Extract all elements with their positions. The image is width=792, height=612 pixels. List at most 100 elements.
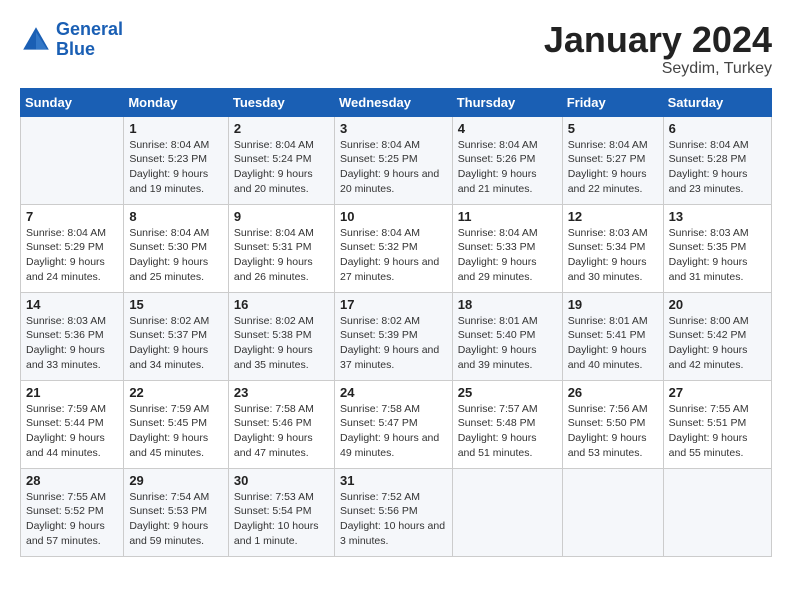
col-header-monday: Monday bbox=[124, 88, 229, 116]
day-number: 7 bbox=[26, 209, 118, 224]
day-number: 18 bbox=[458, 297, 557, 312]
day-number: 6 bbox=[669, 121, 766, 136]
day-info: Sunrise: 8:04 AMSunset: 5:31 PMDaylight:… bbox=[234, 226, 329, 285]
day-info: Sunrise: 7:58 AMSunset: 5:47 PMDaylight:… bbox=[340, 402, 447, 461]
col-header-sunday: Sunday bbox=[21, 88, 124, 116]
location-subtitle: Seydim, Turkey bbox=[544, 60, 772, 78]
day-number: 12 bbox=[568, 209, 658, 224]
day-info: Sunrise: 7:59 AMSunset: 5:44 PMDaylight:… bbox=[26, 402, 118, 461]
day-number: 14 bbox=[26, 297, 118, 312]
day-number: 2 bbox=[234, 121, 329, 136]
day-cell: 16 Sunrise: 8:02 AMSunset: 5:38 PMDayligh… bbox=[228, 292, 334, 380]
page-header: General Blue January 2024 Seydim, Turkey bbox=[20, 20, 772, 78]
day-number: 8 bbox=[129, 209, 223, 224]
day-info: Sunrise: 8:04 AMSunset: 5:30 PMDaylight:… bbox=[129, 226, 223, 285]
col-header-thursday: Thursday bbox=[452, 88, 562, 116]
day-number: 13 bbox=[669, 209, 766, 224]
day-number: 21 bbox=[26, 385, 118, 400]
day-info: Sunrise: 7:56 AMSunset: 5:50 PMDaylight:… bbox=[568, 402, 658, 461]
day-info: Sunrise: 8:03 AMSunset: 5:35 PMDaylight:… bbox=[669, 226, 766, 285]
col-header-friday: Friday bbox=[562, 88, 663, 116]
day-cell: 29Sunrise: 7:54 AMSunset: 5:53 PMDayligh… bbox=[124, 468, 229, 556]
day-cell: 21 Sunrise: 7:59 AMSunset: 5:44 PMDayligh… bbox=[21, 380, 124, 468]
header-row: SundayMondayTuesdayWednesdayThursdayFrid… bbox=[21, 88, 772, 116]
week-row-1: 1 Sunrise: 8:04 AMSunset: 5:23 PMDaylight… bbox=[21, 116, 772, 204]
day-cell: 15 Sunrise: 8:02 AMSunset: 5:37 PMDayligh… bbox=[124, 292, 229, 380]
day-cell: 26 Sunrise: 7:56 AMSunset: 5:50 PMDayligh… bbox=[562, 380, 663, 468]
day-cell: 10 Sunrise: 8:04 AMSunset: 5:32 PMDayligh… bbox=[334, 204, 452, 292]
day-info: Sunrise: 8:04 AMSunset: 5:28 PMDaylight:… bbox=[669, 138, 766, 197]
day-number: 24 bbox=[340, 385, 447, 400]
day-cell: 12Sunrise: 8:03 AMSunset: 5:34 PMDayligh… bbox=[562, 204, 663, 292]
day-cell bbox=[663, 468, 771, 556]
logo: General Blue bbox=[20, 20, 123, 60]
logo-icon bbox=[20, 24, 52, 56]
day-info: Sunrise: 8:04 AMSunset: 5:24 PMDaylight:… bbox=[234, 138, 329, 197]
day-number: 17 bbox=[340, 297, 447, 312]
day-info: Sunrise: 8:04 AMSunset: 5:26 PMDaylight:… bbox=[458, 138, 557, 197]
day-info: Sunrise: 8:04 AMSunset: 5:23 PMDaylight:… bbox=[129, 138, 223, 197]
day-cell: 7Sunrise: 8:04 AMSunset: 5:29 PMDaylight… bbox=[21, 204, 124, 292]
day-cell bbox=[562, 468, 663, 556]
day-number: 27 bbox=[669, 385, 766, 400]
day-cell: 27 Sunrise: 7:55 AMSunset: 5:51 PMDayligh… bbox=[663, 380, 771, 468]
day-info: Sunrise: 8:02 AMSunset: 5:39 PMDaylight:… bbox=[340, 314, 447, 373]
day-cell bbox=[21, 116, 124, 204]
day-cell: 22 Sunrise: 7:59 AMSunset: 5:45 PMDayligh… bbox=[124, 380, 229, 468]
day-cell: 5 Sunrise: 8:04 AMSunset: 5:27 PMDaylight… bbox=[562, 116, 663, 204]
day-number: 1 bbox=[129, 121, 223, 136]
day-cell bbox=[452, 468, 562, 556]
day-cell: 20Sunrise: 8:00 AMSunset: 5:42 PMDayligh… bbox=[663, 292, 771, 380]
day-number: 16 bbox=[234, 297, 329, 312]
day-number: 22 bbox=[129, 385, 223, 400]
day-info: Sunrise: 7:58 AMSunset: 5:46 PMDaylight:… bbox=[234, 402, 329, 461]
week-row-2: 7Sunrise: 8:04 AMSunset: 5:29 PMDaylight… bbox=[21, 204, 772, 292]
col-header-tuesday: Tuesday bbox=[228, 88, 334, 116]
day-info: Sunrise: 7:55 AMSunset: 5:52 PMDaylight:… bbox=[26, 490, 118, 549]
day-info: Sunrise: 8:04 AMSunset: 5:25 PMDaylight:… bbox=[340, 138, 447, 197]
day-cell: 1 Sunrise: 8:04 AMSunset: 5:23 PMDaylight… bbox=[124, 116, 229, 204]
day-number: 29 bbox=[129, 473, 223, 488]
logo-text: General Blue bbox=[56, 20, 123, 60]
day-info: Sunrise: 7:52 AMSunset: 5:56 PMDaylight:… bbox=[340, 490, 447, 549]
day-number: 15 bbox=[129, 297, 223, 312]
day-number: 11 bbox=[458, 209, 557, 224]
day-cell: 4 Sunrise: 8:04 AMSunset: 5:26 PMDaylight… bbox=[452, 116, 562, 204]
day-cell: 3Sunrise: 8:04 AMSunset: 5:25 PMDaylight… bbox=[334, 116, 452, 204]
day-info: Sunrise: 8:01 AMSunset: 5:41 PMDaylight:… bbox=[568, 314, 658, 373]
day-number: 9 bbox=[234, 209, 329, 224]
week-row-5: 28 Sunrise: 7:55 AMSunset: 5:52 PMDayligh… bbox=[21, 468, 772, 556]
day-number: 5 bbox=[568, 121, 658, 136]
day-number: 28 bbox=[26, 473, 118, 488]
day-cell: 25Sunrise: 7:57 AMSunset: 5:48 PMDayligh… bbox=[452, 380, 562, 468]
day-cell: 28 Sunrise: 7:55 AMSunset: 5:52 PMDayligh… bbox=[21, 468, 124, 556]
week-row-3: 14Sunrise: 8:03 AMSunset: 5:36 PMDayligh… bbox=[21, 292, 772, 380]
day-info: Sunrise: 7:53 AMSunset: 5:54 PMDaylight:… bbox=[234, 490, 329, 549]
day-cell: 14Sunrise: 8:03 AMSunset: 5:36 PMDayligh… bbox=[21, 292, 124, 380]
day-number: 10 bbox=[340, 209, 447, 224]
week-row-4: 21 Sunrise: 7:59 AMSunset: 5:44 PMDayligh… bbox=[21, 380, 772, 468]
month-title: January 2024 bbox=[544, 20, 772, 60]
day-info: Sunrise: 7:59 AMSunset: 5:45 PMDaylight:… bbox=[129, 402, 223, 461]
day-info: Sunrise: 8:04 AMSunset: 5:27 PMDaylight:… bbox=[568, 138, 658, 197]
day-info: Sunrise: 8:01 AMSunset: 5:40 PMDaylight:… bbox=[458, 314, 557, 373]
title-section: January 2024 Seydim, Turkey bbox=[544, 20, 772, 78]
calendar-table: SundayMondayTuesdayWednesdayThursdayFrid… bbox=[20, 88, 772, 557]
day-info: Sunrise: 7:55 AMSunset: 5:51 PMDaylight:… bbox=[669, 402, 766, 461]
day-number: 26 bbox=[568, 385, 658, 400]
col-header-wednesday: Wednesday bbox=[334, 88, 452, 116]
day-info: Sunrise: 8:04 AMSunset: 5:33 PMDaylight:… bbox=[458, 226, 557, 285]
day-info: Sunrise: 8:02 AMSunset: 5:37 PMDaylight:… bbox=[129, 314, 223, 373]
day-cell: 30 Sunrise: 7:53 AMSunset: 5:54 PMDayligh… bbox=[228, 468, 334, 556]
day-number: 4 bbox=[458, 121, 557, 136]
day-cell: 31Sunrise: 7:52 AMSunset: 5:56 PMDayligh… bbox=[334, 468, 452, 556]
day-info: Sunrise: 8:02 AMSunset: 5:38 PMDaylight:… bbox=[234, 314, 329, 373]
day-cell: 11 Sunrise: 8:04 AMSunset: 5:33 PMDayligh… bbox=[452, 204, 562, 292]
day-cell: 8 Sunrise: 8:04 AMSunset: 5:30 PMDaylight… bbox=[124, 204, 229, 292]
day-number: 30 bbox=[234, 473, 329, 488]
day-info: Sunrise: 8:04 AMSunset: 5:32 PMDaylight:… bbox=[340, 226, 447, 285]
day-cell: 9 Sunrise: 8:04 AMSunset: 5:31 PMDaylight… bbox=[228, 204, 334, 292]
day-cell: 19Sunrise: 8:01 AMSunset: 5:41 PMDayligh… bbox=[562, 292, 663, 380]
day-cell: 23Sunrise: 7:58 AMSunset: 5:46 PMDayligh… bbox=[228, 380, 334, 468]
day-number: 25 bbox=[458, 385, 557, 400]
